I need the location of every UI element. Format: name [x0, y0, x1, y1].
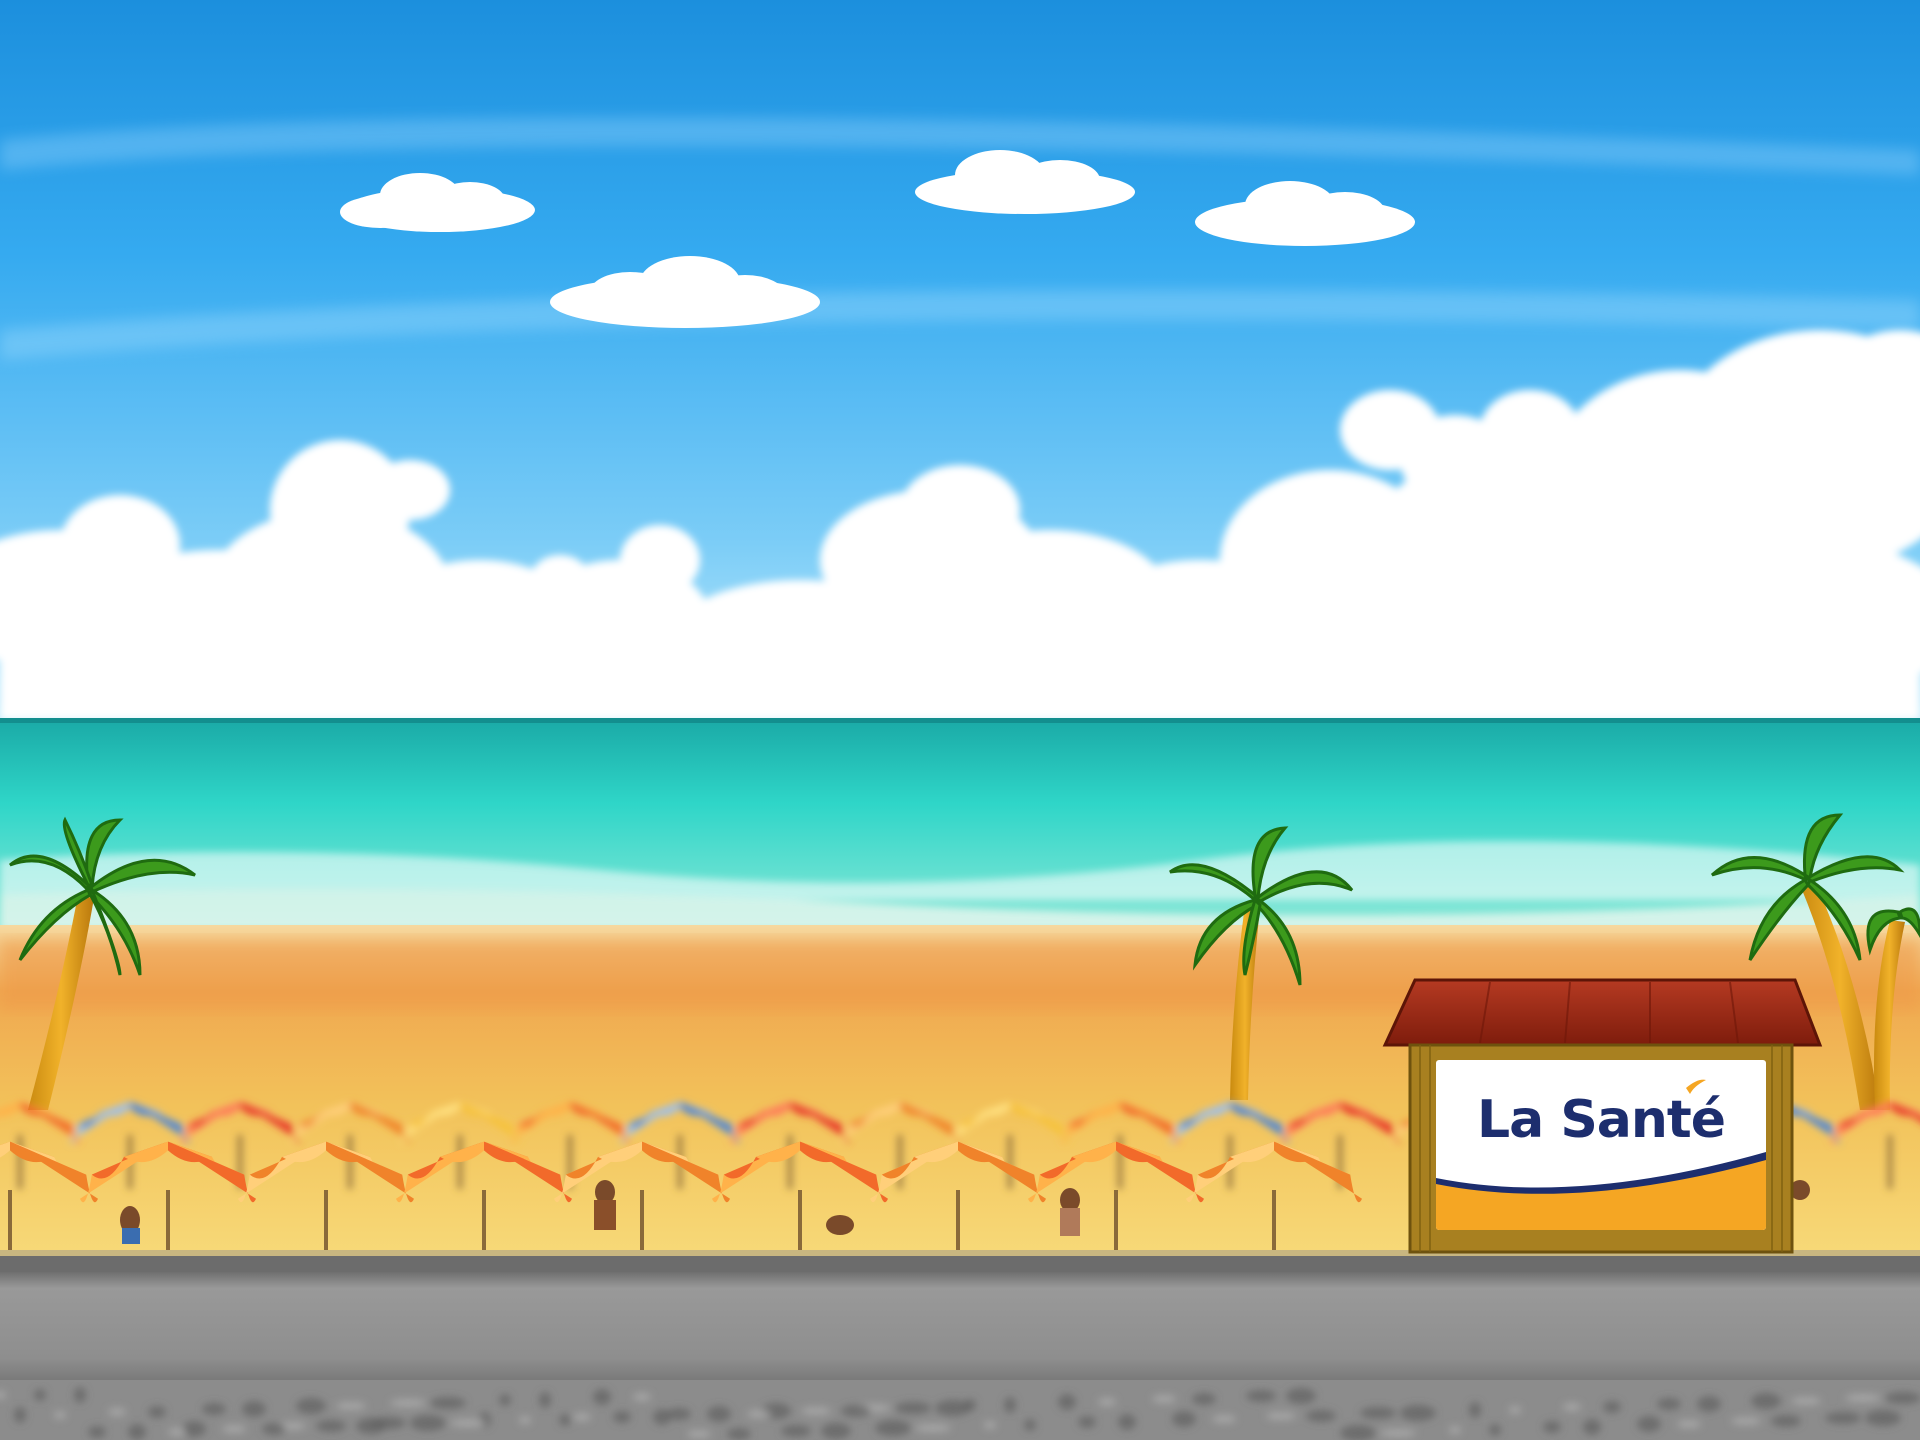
horizon-line [0, 718, 1920, 723]
curb [0, 1256, 1920, 1272]
kiosk-roof [1382, 978, 1823, 1047]
game-scene: La Santé [0, 0, 1920, 1440]
brand-name: La Santé [1476, 1090, 1726, 1150]
kiosk-sign: La Santé [1436, 1060, 1766, 1230]
road [0, 1272, 1920, 1380]
